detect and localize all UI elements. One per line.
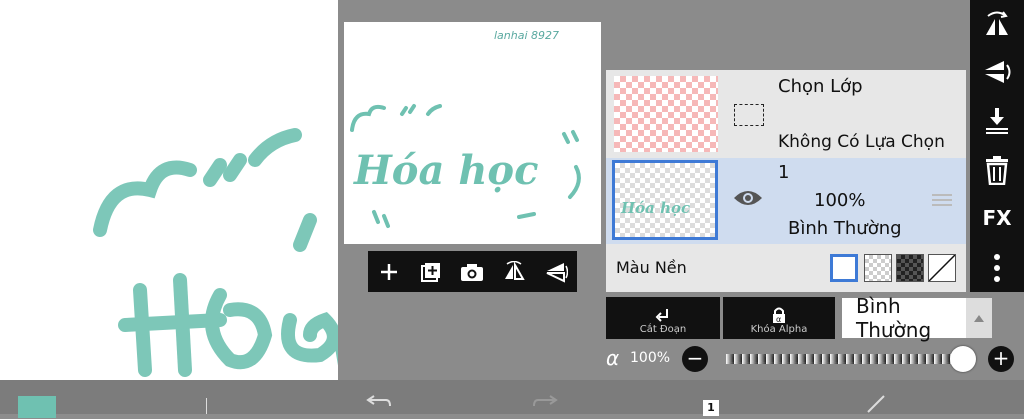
current-color-swatch[interactable] bbox=[18, 396, 56, 418]
dropdown-arrow-icon bbox=[966, 298, 992, 338]
background-dark-checker-swatch[interactable] bbox=[896, 254, 924, 282]
drag-handle-icon[interactable] bbox=[932, 194, 952, 209]
clipping-arrow-icon bbox=[655, 309, 668, 322]
bottom-bar: 1 bbox=[0, 380, 1024, 418]
add-layer-icon[interactable] bbox=[374, 257, 404, 287]
layer-blend-mode: Bình Thường bbox=[788, 218, 902, 239]
navigator-preview[interactable]: lanhai 8927 Hóa học bbox=[344, 22, 601, 244]
trash-icon[interactable] bbox=[970, 148, 1024, 192]
flip-vertical-icon[interactable] bbox=[970, 50, 1024, 94]
blend-mode-select[interactable]: Bình Thường bbox=[842, 294, 992, 342]
background-color-label: Màu Nền bbox=[616, 258, 687, 277]
background-checker-swatch[interactable] bbox=[864, 254, 892, 282]
selection-marquee-icon bbox=[734, 104, 764, 126]
lock-icon: α bbox=[773, 307, 785, 324]
svg-text:Hóa học: Hóa học bbox=[620, 199, 690, 217]
background-white-swatch[interactable] bbox=[830, 254, 858, 282]
layers-list: Chọn Lớp Không Có Lựa Chọn Hóa học 1 100… bbox=[606, 70, 966, 292]
svg-text:α: α bbox=[776, 315, 781, 324]
merge-down-icon[interactable] bbox=[970, 98, 1024, 142]
opacity-slider-knob[interactable] bbox=[950, 346, 976, 372]
layer-thumbnail: Hóa học bbox=[612, 160, 718, 240]
opacity-decrease-button[interactable]: − bbox=[682, 346, 708, 372]
tool-menu-icon[interactable] bbox=[864, 394, 888, 419]
flip-vertical-icon[interactable] bbox=[541, 257, 571, 287]
selection-layer-title: Chọn Lớp bbox=[778, 76, 863, 97]
visibility-eye-icon[interactable] bbox=[733, 188, 763, 212]
flip-horizontal-icon[interactable] bbox=[970, 2, 1024, 46]
preview-art-text: Hóa học bbox=[353, 147, 538, 194]
right-toolbar: FX bbox=[970, 0, 1024, 292]
opacity-slider[interactable] bbox=[726, 354, 974, 364]
more-options-icon[interactable] bbox=[970, 246, 1024, 290]
undo-icon[interactable] bbox=[362, 394, 392, 419]
selection-layer-row[interactable]: Chọn Lớp Không Có Lựa Chọn bbox=[606, 70, 966, 156]
bottom-divider bbox=[206, 398, 207, 414]
alpha-lock-button[interactable]: α Khóa Alpha bbox=[723, 297, 835, 339]
preview-toolbar bbox=[368, 251, 577, 292]
blend-mode-value: Bình Thường bbox=[856, 294, 932, 342]
flip-horizontal-icon[interactable] bbox=[499, 257, 529, 287]
opacity-row: α 100% − + bbox=[606, 344, 1020, 376]
fx-button[interactable]: FX bbox=[970, 196, 1024, 240]
alpha-symbol: α bbox=[606, 346, 620, 370]
add-copy-icon[interactable] bbox=[416, 257, 446, 287]
background-none-swatch[interactable] bbox=[928, 254, 956, 282]
selection-layer-thumbnail bbox=[614, 76, 718, 152]
opacity-increase-button[interactable]: + bbox=[988, 346, 1014, 372]
clipping-button[interactable]: Cắt Đoạn bbox=[606, 297, 720, 339]
selection-layer-subtitle: Không Có Lựa Chọn bbox=[778, 132, 945, 152]
alpha-lock-label: Khóa Alpha bbox=[750, 324, 808, 335]
preview-artwork: lanhai 8927 Hóa học bbox=[350, 29, 581, 228]
redo-icon[interactable] bbox=[532, 394, 562, 419]
layer-row[interactable]: Hóa học 1 100% Bình Thường bbox=[606, 158, 966, 244]
opacity-value: 100% bbox=[630, 350, 671, 366]
background-color-row: Màu Nền bbox=[606, 246, 966, 292]
watermark-text: lanhai 8927 bbox=[494, 29, 559, 42]
clipping-label: Cắt Đoạn bbox=[639, 324, 687, 335]
layer-name: 1 bbox=[778, 162, 790, 183]
layer-opacity: 100% bbox=[814, 190, 866, 211]
camera-icon[interactable] bbox=[457, 257, 487, 287]
